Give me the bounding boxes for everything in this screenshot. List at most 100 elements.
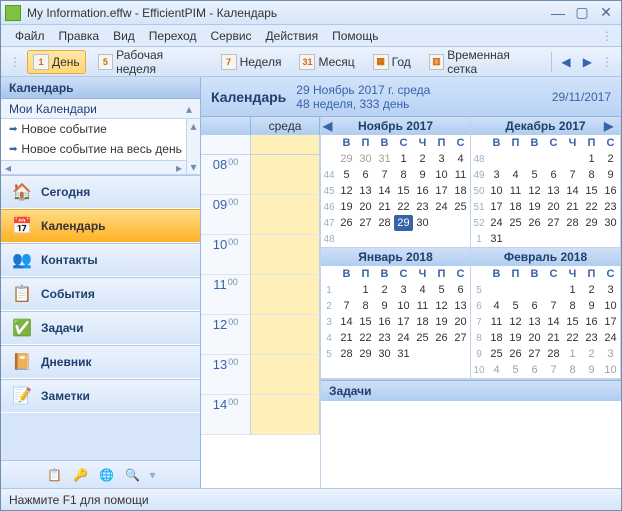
minical-next[interactable]: ▶ xyxy=(604,119,618,133)
day-cell[interactable]: 13 xyxy=(525,314,544,330)
nav-задачи[interactable]: ✅Задачи xyxy=(1,311,200,345)
hour-slot[interactable]: 1200 xyxy=(201,315,320,355)
day-cell[interactable]: 31 xyxy=(487,231,506,247)
hour-cell[interactable] xyxy=(251,235,320,274)
hour-slot[interactable]: 1100 xyxy=(201,275,320,315)
day-cell[interactable]: 6 xyxy=(451,282,470,298)
day-cell[interactable]: 7 xyxy=(563,167,582,183)
day-cell[interactable]: 17 xyxy=(601,314,620,330)
day-cell[interactable]: 27 xyxy=(525,346,544,362)
day-cell[interactable]: 5 xyxy=(506,362,525,378)
day-cell[interactable]: 29 xyxy=(356,346,375,362)
day-cell[interactable]: 14 xyxy=(563,183,582,199)
day-cell[interactable]: 24 xyxy=(487,215,506,231)
day-cell[interactable]: 12 xyxy=(337,183,356,199)
day-cell[interactable]: 5 xyxy=(506,298,525,314)
day-cell[interactable]: 27 xyxy=(451,330,470,346)
day-cell[interactable]: 11 xyxy=(413,298,432,314)
day-cell[interactable]: 2 xyxy=(582,282,601,298)
day-cell[interactable]: 16 xyxy=(601,183,620,199)
day-cell[interactable]: 8 xyxy=(356,298,375,314)
day-cell[interactable]: 6 xyxy=(525,362,544,378)
hour-slot[interactable]: 1000 xyxy=(201,235,320,275)
menu-действия[interactable]: Действия xyxy=(260,27,325,45)
day-cell[interactable]: 12 xyxy=(525,183,544,199)
day-cell[interactable]: 1 xyxy=(582,151,601,167)
day-cell[interactable]: 31 xyxy=(394,346,413,362)
day-cell[interactable]: 12 xyxy=(432,298,451,314)
nav-prev[interactable]: ◀ xyxy=(558,55,573,69)
day-cell[interactable]: 22 xyxy=(563,330,582,346)
hour-slot[interactable]: 1400 xyxy=(201,395,320,435)
day-cell[interactable]: 15 xyxy=(356,314,375,330)
day-cell[interactable]: 15 xyxy=(563,314,582,330)
day-cell[interactable]: 13 xyxy=(356,183,375,199)
day-cell[interactable]: 4 xyxy=(506,167,525,183)
maximize-button[interactable]: ▢ xyxy=(571,5,593,21)
day-cell[interactable]: 19 xyxy=(525,199,544,215)
day-cell[interactable]: 28 xyxy=(337,346,356,362)
day-cell[interactable]: 9 xyxy=(582,362,601,378)
day-cell[interactable]: 28 xyxy=(375,215,394,231)
day-cell[interactable]: 20 xyxy=(356,199,375,215)
close-button[interactable]: ✕ xyxy=(595,5,617,21)
day-cell[interactable]: 11 xyxy=(506,183,525,199)
day-cell[interactable]: 10 xyxy=(601,362,620,378)
day-cell[interactable]: 4 xyxy=(451,151,470,167)
day-cell[interactable]: 26 xyxy=(525,215,544,231)
day-cell[interactable]: 25 xyxy=(487,346,506,362)
scroll-down-icon[interactable]: ▾ xyxy=(187,160,201,174)
day-cell[interactable]: 24 xyxy=(601,330,620,346)
day-cell[interactable]: 23 xyxy=(601,199,620,215)
day-cell[interactable]: 5 xyxy=(337,167,356,183)
view-месяц[interactable]: 31Месяц xyxy=(293,50,360,74)
day-cell[interactable]: 29 xyxy=(394,215,413,231)
day-cell[interactable]: 14 xyxy=(337,314,356,330)
hour-cell[interactable] xyxy=(251,155,320,194)
toolbar-grip-right[interactable]: ⋮ xyxy=(601,55,613,69)
day-cell[interactable]: 15 xyxy=(394,183,413,199)
collapse-icon[interactable]: ▴ xyxy=(186,102,192,116)
day-cell[interactable]: 22 xyxy=(582,199,601,215)
day-cell[interactable]: 9 xyxy=(582,298,601,314)
day-cell[interactable]: 11 xyxy=(487,314,506,330)
view-день[interactable]: 1День xyxy=(27,50,86,74)
day-cell[interactable]: 4 xyxy=(413,282,432,298)
day-cell[interactable]: 15 xyxy=(582,183,601,199)
day-cell[interactable]: 28 xyxy=(563,215,582,231)
day-cell[interactable]: 2 xyxy=(582,346,601,362)
day-cell[interactable]: 31 xyxy=(375,151,394,167)
day-cell[interactable]: 3 xyxy=(432,151,451,167)
nav-next[interactable]: ▶ xyxy=(580,55,595,69)
tree-item[interactable]: ➡Новое событие xyxy=(1,119,200,139)
day-cell[interactable]: 6 xyxy=(356,167,375,183)
menu-сервис[interactable]: Сервис xyxy=(204,27,257,45)
menu-помощь[interactable]: Помощь xyxy=(326,27,384,45)
day-cell[interactable]: 19 xyxy=(506,330,525,346)
day-cell[interactable]: 18 xyxy=(413,314,432,330)
footer-icon-1[interactable]: 🔑 xyxy=(71,466,89,484)
day-cell[interactable]: 7 xyxy=(544,298,563,314)
day-cell[interactable]: 18 xyxy=(506,199,525,215)
day-cell[interactable]: 17 xyxy=(487,199,506,215)
hour-slot[interactable]: 0800 xyxy=(201,155,320,195)
day-cell[interactable]: 29 xyxy=(337,151,356,167)
day-cell[interactable]: 21 xyxy=(563,199,582,215)
day-cell[interactable]: 19 xyxy=(432,314,451,330)
tree-vscroll[interactable]: ▴ ▾ xyxy=(186,119,200,174)
view-неделя[interactable]: 7Неделя xyxy=(215,50,288,74)
footer-icon-0[interactable]: 📋 xyxy=(45,466,63,484)
nav-сегодня[interactable]: 🏠Сегодня xyxy=(1,175,200,209)
view-рабочая-неделя[interactable]: 5Рабочая неделя xyxy=(92,44,209,80)
day-cell[interactable]: 13 xyxy=(451,298,470,314)
view-временная-сетка[interactable]: ▥Временная сетка xyxy=(423,44,546,80)
hour-cell[interactable] xyxy=(251,275,320,314)
day-cell[interactable]: 23 xyxy=(375,330,394,346)
day-cell[interactable]: 20 xyxy=(525,330,544,346)
hour-cell[interactable] xyxy=(251,315,320,354)
menu-правка[interactable]: Правка xyxy=(53,27,106,45)
day-cell[interactable]: 7 xyxy=(375,167,394,183)
view-год[interactable]: ▦Год xyxy=(367,50,417,74)
day-cell[interactable]: 11 xyxy=(451,167,470,183)
hour-cell[interactable] xyxy=(251,395,320,434)
